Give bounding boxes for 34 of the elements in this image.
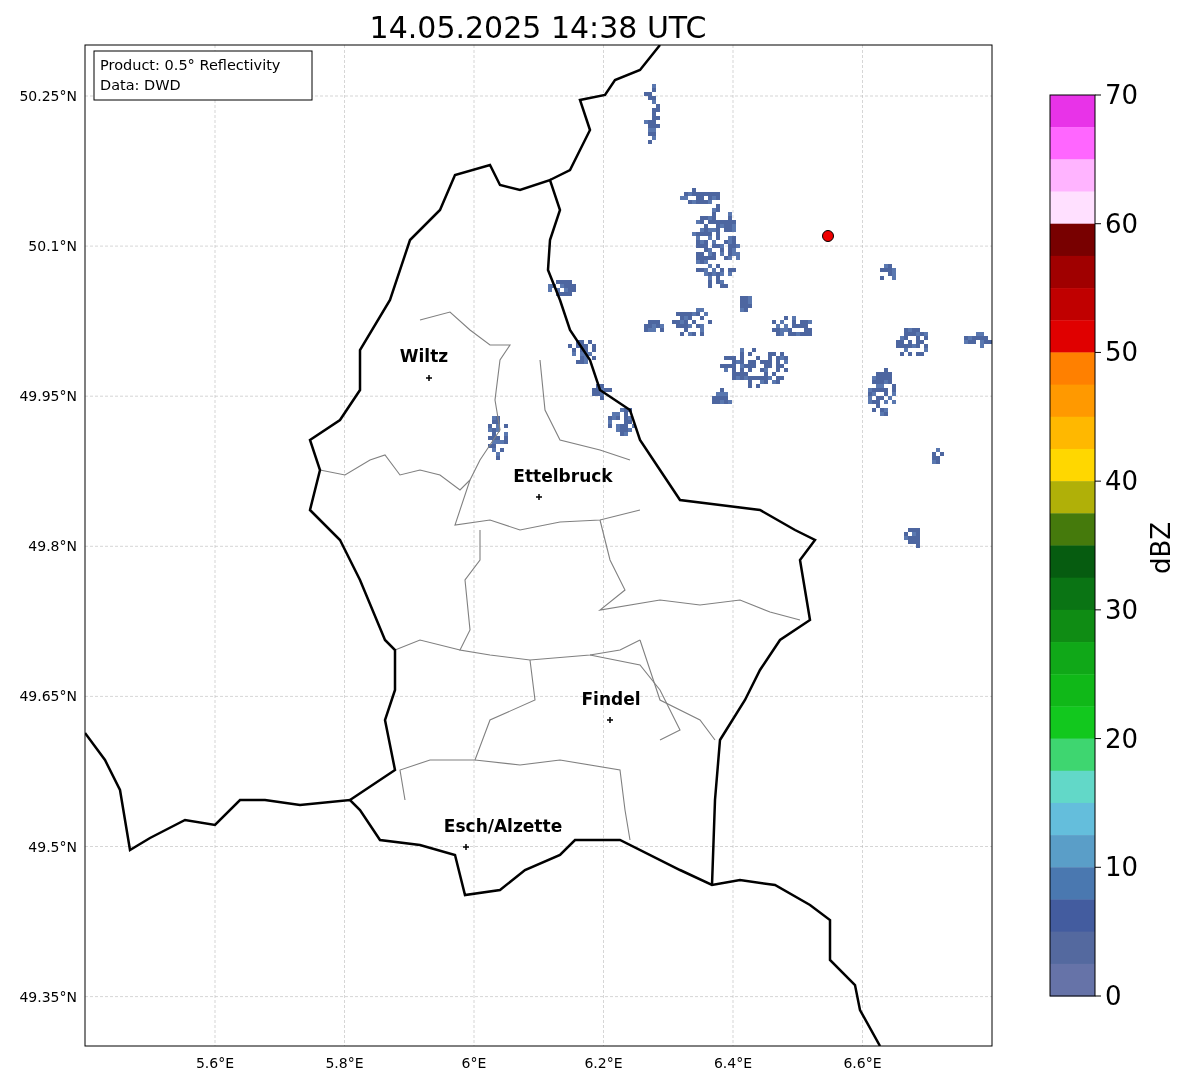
latitude-label: 49.95°N	[19, 388, 77, 405]
longitude-label: 6°E	[461, 1055, 487, 1071]
latitude-label: 50.1°N	[28, 238, 77, 255]
longitude-label: 6.4°E	[713, 1055, 753, 1071]
colorbar-tick-label: 50	[1105, 337, 1139, 368]
longitude-label: 6.6°E	[843, 1055, 882, 1071]
colorbar-tick-label: 0	[1105, 981, 1122, 1011]
colorbar-label: dBZ	[1146, 521, 1176, 575]
city-marker-icon	[606, 716, 614, 724]
latitude-label: 50.25°N	[19, 88, 77, 104]
location-dot	[822, 230, 834, 242]
info-text: Data: DWD	[100, 77, 181, 93]
colorbar-tick-label: 10	[1105, 852, 1139, 883]
latitude-label: 49.65°N	[19, 688, 77, 705]
city-marker-icon	[425, 374, 433, 382]
city-marker-icon	[462, 843, 470, 851]
longitude-label: 5.6°E	[195, 1055, 235, 1071]
latitude-label: 49.5°N	[28, 838, 77, 855]
city-label: Esch/Alzette	[443, 816, 563, 836]
chart-title: 14.05.2025 14:38 UTC	[369, 10, 707, 45]
latitude-label: 49.8°N	[28, 538, 77, 555]
colorbar-tick-label: 60	[1105, 208, 1139, 239]
city-label: Ettelbruck	[513, 466, 613, 486]
longitude-label: 5.8°E	[325, 1055, 364, 1071]
colorbar-tick-label: 30	[1105, 594, 1139, 625]
colorbar-tick-label: 20	[1105, 723, 1139, 754]
city-marker-icon	[535, 493, 543, 501]
longitude-label: 6.2°E	[584, 1055, 623, 1071]
info-text: Product: 0.5° Reflectivity	[100, 57, 281, 73]
colorbar-tick-label: 70	[1105, 80, 1139, 110]
city-label: Findel	[581, 689, 641, 709]
city-label: Wiltz	[399, 346, 449, 366]
colorbar-tick-label: 40	[1105, 466, 1139, 497]
latitude-label: 49.35°N	[19, 988, 77, 1005]
